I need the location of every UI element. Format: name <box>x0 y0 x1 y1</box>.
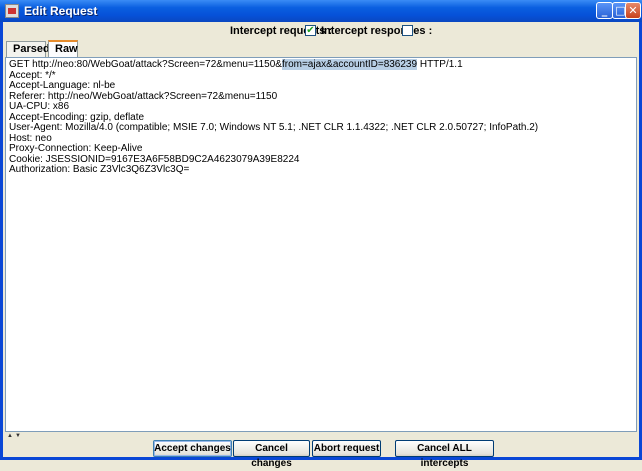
intercept-requests-checkbox[interactable]: ✔ <box>305 25 316 36</box>
accept-changes-button[interactable]: Accept changes <box>153 440 232 457</box>
raw-request-editor[interactable]: GET http://neo:80/WebGoat/attack?Screen=… <box>5 57 637 432</box>
request-line: GET http://neo:80/WebGoat/attack?Screen=… <box>9 59 633 71</box>
split-down-icon[interactable]: ▼ <box>15 433 21 439</box>
header-line: Accept-Language: nl-be <box>9 80 116 91</box>
header-line: UA-CPU: x86 <box>9 101 70 112</box>
tab-raw[interactable]: Raw <box>48 40 78 57</box>
close-button[interactable]: ✕ <box>625 2 641 19</box>
check-mark-icon: ✔ <box>306 25 315 36</box>
action-buttons: Accept changes Cancel changes Abort requ… <box>3 440 639 469</box>
cancel-changes-button[interactable]: Cancel changes <box>233 440 310 469</box>
request-line-end: HTTP/1.1 <box>417 59 463 70</box>
header-line: User-Agent: Mozilla/4.0 (compatible; MSI… <box>9 122 539 133</box>
header-line: Referer: http://neo/WebGoat/attack?Scree… <box>9 90 278 102</box>
cancel-all-intercepts-button[interactable]: Cancel ALL intercepts <box>395 440 494 469</box>
intercept-options-bar: Intercept requests : ✔ Intercept respons… <box>3 22 639 40</box>
request-line-start: GET http://neo:80/WebGoat/attack?Screen=… <box>9 59 282 70</box>
dialog-content: Intercept requests : ✔ Intercept respons… <box>3 22 639 469</box>
java-app-icon <box>5 4 19 18</box>
intercept-responses-label: Intercept responses : <box>321 25 433 37</box>
title-bar[interactable]: Edit Request _ □ ✕ <box>0 0 642 22</box>
intercept-requests-label: Intercept requests : <box>230 25 333 37</box>
intercept-responses-checkbox[interactable] <box>402 25 413 36</box>
abort-request-button[interactable]: Abort request <box>312 440 381 457</box>
split-pane-divider[interactable]: ▲ ▼ <box>5 433 637 439</box>
header-line: Authorization: Basic Z3Vlc3Q6Z3Vlc3Q= <box>9 164 190 175</box>
tab-parsed[interactable]: Parsed <box>6 41 50 57</box>
window-title: Edit Request <box>24 4 98 18</box>
edit-request-window: Edit Request _ □ ✕ Intercept requests : … <box>0 0 642 469</box>
minimize-button[interactable]: _ <box>596 2 613 19</box>
selected-parameters: from=ajax&accountID=836239 <box>281 59 418 70</box>
split-up-icon[interactable]: ▲ <box>7 433 13 439</box>
header-line: Proxy-Connection: Keep-Alive <box>9 143 143 154</box>
